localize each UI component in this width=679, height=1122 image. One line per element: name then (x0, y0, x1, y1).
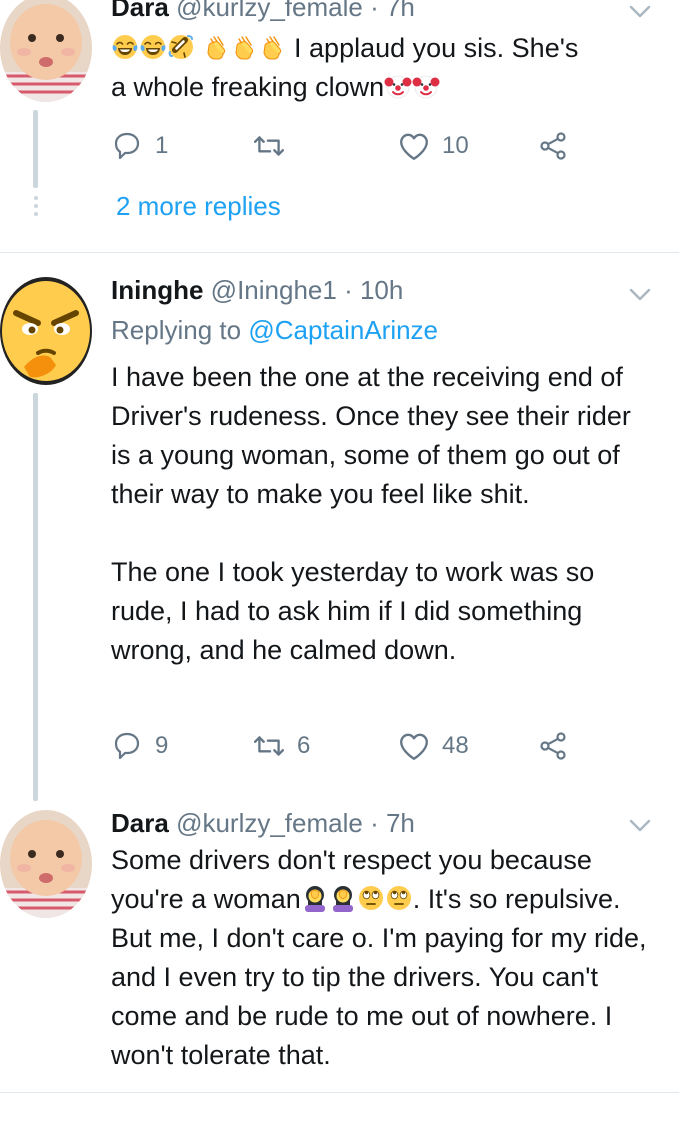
share-icon (540, 132, 566, 160)
chevron-down-icon[interactable] (628, 816, 652, 836)
tweet-actions: 9 6 48 (111, 726, 591, 766)
facepalm-woman-icon (304, 885, 326, 912)
replying-to: Replying to @CaptainArinze (111, 314, 438, 346)
reply-button[interactable]: 9 (113, 726, 168, 766)
replying-to-label: Replying to (111, 315, 242, 345)
reply-button[interactable]: 1 (113, 126, 168, 166)
tweet-ininghe[interactable]: Ininghe @Ininghe1 · 10h Replying to @Cap… (0, 253, 679, 801)
tweet-time[interactable]: · 7h (370, 0, 415, 22)
thread-line (33, 110, 38, 188)
tweet-text-line-2: a whole freaking clown (111, 72, 385, 102)
eye-roll-icon (385, 885, 412, 911)
eye-roll-icon (357, 885, 384, 911)
tweet-text-line-1: I applaud you sis. She's (294, 33, 579, 63)
clapping-hands-icon (234, 36, 253, 60)
tweet-paragraph: I have been the one at the receiving end… (111, 362, 631, 509)
more-replies-link[interactable]: 2 more replies (116, 191, 281, 222)
retweet-count: 6 (297, 732, 311, 759)
retweet-icon (253, 736, 285, 756)
reply-count: 9 (155, 732, 169, 759)
clapping-hands-icon (206, 36, 225, 60)
tweet-text: Some drivers don't respect you because y… (111, 841, 656, 1075)
facepalm-woman-icon (332, 885, 354, 912)
display-name[interactable]: Ininghe (111, 275, 203, 305)
display-name[interactable]: Dara (111, 0, 169, 22)
tweet-paragraph: The one I took yesterday to work was so … (111, 557, 595, 665)
thread-line (33, 393, 38, 801)
clown-face-icon (412, 75, 441, 99)
like-count: 10 (442, 132, 469, 159)
avatar[interactable] (0, 0, 92, 102)
avatar[interactable] (0, 277, 92, 385)
tweet-time[interactable]: · 10h (344, 275, 403, 305)
tweet-header: Dara @kurlzy_female · 7h (111, 0, 415, 23)
reply-icon (114, 132, 140, 160)
retweet-button[interactable]: 6 (253, 726, 310, 766)
user-handle[interactable]: @kurlzy_female (176, 0, 363, 22)
user-handle[interactable]: @kurlzy_female (176, 808, 363, 838)
clown-face-icon (384, 75, 413, 99)
display-name[interactable]: Dara (111, 808, 169, 838)
tweet-dara-1[interactable]: Dara @kurlzy_female · 7h I applaud you s… (0, 0, 679, 252)
chevron-down-icon[interactable] (628, 2, 652, 22)
rolling-laughing-icon (167, 33, 195, 61)
like-button[interactable]: 10 (398, 126, 469, 166)
heart-icon (400, 733, 428, 760)
thread-dots (33, 196, 38, 216)
retweet-icon (253, 136, 285, 156)
heart-icon (400, 133, 428, 160)
tears-of-joy-icon (111, 34, 139, 60)
divider (0, 1092, 679, 1093)
share-button[interactable] (538, 726, 568, 766)
tweet-time[interactable]: · 7h (370, 808, 415, 838)
avatar[interactable] (0, 810, 92, 918)
like-button[interactable]: 48 (398, 726, 469, 766)
tweet-actions: 1 10 (111, 126, 591, 166)
share-icon (540, 732, 566, 760)
replying-to-handle[interactable]: @CaptainArinze (248, 315, 438, 345)
share-button[interactable] (538, 126, 568, 166)
clapping-hands-icon (262, 36, 281, 60)
user-handle[interactable]: @Ininghe1 (211, 275, 337, 305)
like-count: 48 (442, 732, 469, 759)
tweet-text: I have been the one at the receiving end… (111, 358, 656, 670)
tweet-dara-2[interactable]: Dara @kurlzy_female · 7h Some drivers do… (0, 798, 679, 1088)
tweet-header: Ininghe @Ininghe1 · 10h (111, 274, 403, 306)
tweet-header: Dara @kurlzy_female · 7h (111, 807, 415, 839)
reply-count: 1 (155, 132, 169, 159)
tweet-text: I applaud you sis. She's a whole freakin… (111, 29, 656, 107)
reply-icon (114, 732, 140, 760)
chevron-down-icon[interactable] (628, 285, 652, 305)
retweet-button[interactable] (253, 126, 297, 166)
tears-of-joy-icon (139, 34, 167, 60)
